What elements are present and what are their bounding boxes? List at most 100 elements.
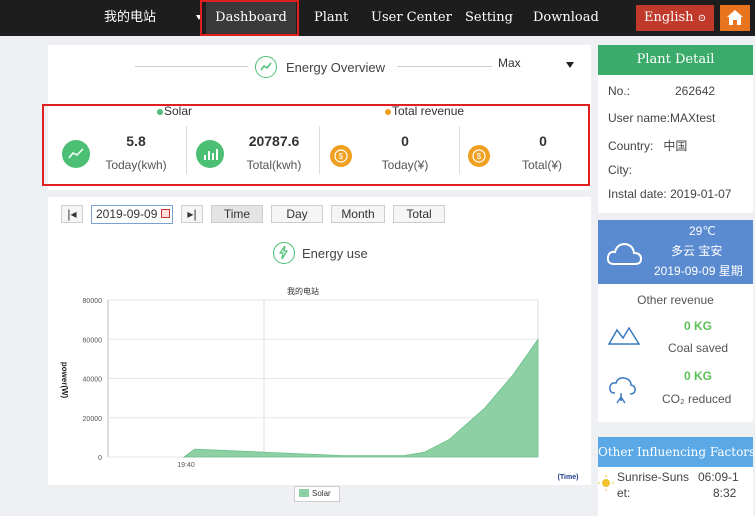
sunrise-label-cont: et: [617,486,631,500]
x-tick-label: 19:40 [177,462,195,469]
stat-label-today-revenue: Today(¥) [381,158,429,172]
sunrise-time: 06:09-1 [698,470,739,484]
weather-date: 2019-09-09 星期 [654,264,743,278]
weather-card: 29℃ 多云 宝安 2019-09-09 星期 [598,220,753,284]
y-tick-label: 40000 [83,377,103,384]
home-icon [727,10,743,25]
influencing-factors-title: Other Influencing Factors [598,437,755,467]
tab-total[interactable]: Total [393,205,445,223]
plant-detail-title: Plant Detail [598,45,753,75]
title-rule-left [135,66,248,67]
solar-today-icon [62,140,90,168]
circle-arrow-icon: ⊙ [697,13,707,24]
stat-label-total-kwh: Total(kwh) [246,158,302,172]
language-label: English [644,10,694,25]
plant-no-label: No.: [608,84,631,98]
top-navbar: 我的电站 Dashboard Plant User Center Setting… [0,0,755,36]
nav-plant[interactable]: Plant [314,0,348,36]
user-name-row: User name:MAXtest [608,111,715,125]
y-tick-label: 80000 [83,298,103,305]
nav-download[interactable]: Download [533,0,599,36]
chart-line-icon [255,56,277,78]
tab-time[interactable]: Time [211,205,263,223]
y-tick-label: 60000 [83,337,103,344]
svg-text:$: $ [339,152,344,161]
stat-label-today-kwh: Today(kwh) [105,158,167,172]
caret-down-icon[interactable] [566,62,574,68]
legend-solar-label: Solar [164,104,193,118]
stat-value-today-kwh: 5.8 [126,133,146,149]
prev-date-button[interactable]: |◂ [61,205,83,223]
tab-day[interactable]: Day [271,205,323,223]
co2-icon [609,377,636,404]
legend-revenue-dot [385,109,391,115]
instal-date-row: Instal date: 2019-01-07 [608,187,731,201]
user-name-value: MAXtest [670,111,716,125]
legend-solar: Solar [157,104,192,118]
sunset-time: 8:32 [713,486,737,500]
legend-revenue-label: Total revenue [392,104,465,118]
y-tick-label: 0 [98,455,102,462]
plant-selector-label: 我的电站 [104,10,157,25]
stat-divider [459,126,460,174]
sunrise-label: Sunrise-Suns [617,470,690,484]
nav-dashboard[interactable]: Dashboard [206,0,296,36]
co2-reduced-value: 0 KG [684,369,713,383]
city-label: City: [608,163,632,177]
chart-legend[interactable]: Solar [294,486,340,502]
date-input-value: 2019-09-09 [96,207,158,221]
solar-area-series [182,338,539,458]
plant-no-row: No.: 262642 [608,84,715,98]
city-row: City: [608,163,632,177]
coal-saved-label: Coal saved [668,341,729,355]
country-label: Country: [608,139,654,153]
legend-solar-dot [157,109,163,115]
user-name-label: User name: [608,111,671,125]
x-axis-label: (Time) [558,474,579,481]
app-root: 我的电站 Dashboard Plant User Center Setting… [0,0,755,516]
stat-value-total-revenue: 0 [539,133,547,149]
solar-total-icon [196,140,224,168]
co2-reduced-label: CO₂ reduced [662,392,732,406]
nav-plant-selector[interactable]: 我的电站 [104,0,156,36]
legend-swatch [299,489,309,497]
period-select[interactable]: Max [498,56,521,70]
other-revenue-title: Other revenue [637,293,714,307]
revenue-total-icon: $ [468,145,490,167]
country-row: Country: 中国 [608,137,687,154]
energy-overview-title: Energy Overview [286,60,385,75]
cloud-icon [606,242,643,265]
country-value: 中国 [663,139,688,153]
stat-divider [186,126,187,174]
weather-desc: 多云 宝安 [671,244,723,258]
instal-date-label: Instal date: [608,187,667,201]
language-selector[interactable]: English ⊙ [636,5,714,31]
coal-saved-value: 0 KG [684,319,713,333]
instal-date-value: 2019-01-07 [670,187,732,201]
stat-divider [319,126,320,174]
coal-icon [607,326,641,345]
next-date-button[interactable]: ▸| [181,205,203,223]
weather-temp: 29℃ [689,224,716,238]
svg-text:$: $ [477,152,482,161]
chart-title: 我的电站 [287,286,319,296]
nav-user-center[interactable]: User Center [371,0,452,36]
stat-label-total-revenue: Total(¥) [521,158,562,172]
nav-setting[interactable]: Setting [465,0,513,36]
energy-use-chart: 我的电站 power(W) (Time) 0 20000 40000 60000 800… [60,286,579,481]
calendar-icon[interactable] [161,209,170,218]
date-input[interactable]: 2019-09-09 [91,205,173,224]
home-button[interactable] [720,5,750,31]
revenue-today-icon: $ [330,145,352,167]
legend-revenue: Total revenue [385,104,464,118]
stat-value-today-revenue: 0 [401,133,409,149]
chevron-down-icon[interactable] [196,15,202,20]
y-tick-label: 20000 [83,416,103,423]
stat-value-total-kwh: 20787.6 [248,133,300,149]
y-axis-label: power(W) [60,362,69,399]
plant-no-value: 262642 [675,84,716,98]
sun-icon [598,475,614,491]
legend-series-label: Solar [312,489,331,498]
tab-month[interactable]: Month [331,205,385,223]
title-rule-right [397,66,492,67]
